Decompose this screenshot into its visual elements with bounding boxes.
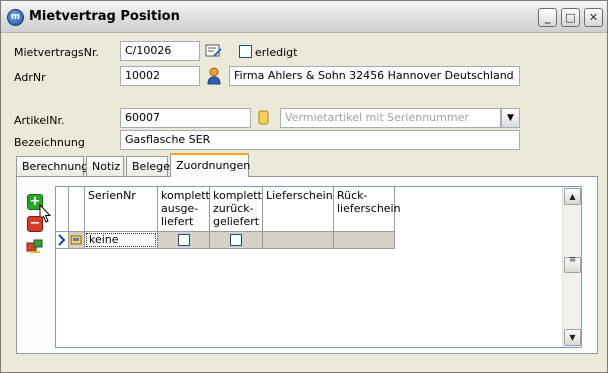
minimize-button[interactable]: _ — [538, 8, 557, 27]
delivered-cell — [158, 232, 210, 249]
article-type-select[interactable]: Vermietartikel mit Seriennummer — [280, 108, 501, 128]
returned-checkbox[interactable] — [230, 234, 242, 246]
assign-icon — [26, 239, 43, 253]
scroll-thumb[interactable]: ≡ — [564, 256, 581, 273]
col-header-delivered[interactable]: komplett ausge-liefert — [158, 187, 210, 232]
row-indicator-header — [56, 187, 69, 232]
app-icon: m — [7, 9, 24, 26]
person-icon[interactable] — [206, 67, 222, 85]
article-tag-icon[interactable] — [258, 110, 270, 126]
done-checkbox[interactable] — [239, 45, 252, 58]
grid-vertical-scrollbar[interactable]: ▲ ≡ ▼ — [562, 187, 581, 347]
contract-number-field[interactable]: C/10026 — [120, 41, 200, 61]
table-row[interactable]: keine — [85, 232, 158, 249]
assign-button[interactable] — [26, 238, 44, 254]
row-record-icon — [69, 232, 85, 249]
serial-assignment-grid: SerienNr komplett ausge-liefert komplett… — [55, 186, 582, 348]
minus-icon: − — [29, 216, 41, 231]
col-header-delivery-note[interactable]: Lieferschein — [263, 187, 334, 232]
col-header-returned[interactable]: komplett zurück-geliefert — [210, 187, 263, 232]
row-icon-header — [69, 187, 85, 232]
return-note-cell[interactable] — [334, 232, 395, 249]
scroll-down-icon[interactable]: ▼ — [564, 329, 581, 346]
mietvertrag-position-window: m Mietvertrag Position _ □ ✕ Mietvertrag… — [0, 0, 608, 373]
window-title: Mietvertrag Position — [29, 9, 180, 24]
tab-zuordnungen[interactable]: Zuordnungen — [170, 153, 250, 177]
delivery-note-cell[interactable] — [263, 232, 334, 249]
tab-berechnung[interactable]: Berechnung — [16, 156, 88, 176]
address-number-label: AdrNr — [14, 71, 46, 84]
remove-button[interactable]: − — [27, 216, 43, 232]
contract-number-label: MietvertragsNr. — [14, 46, 99, 59]
done-label: erledigt — [255, 46, 298, 59]
tab-notiz[interactable]: Notiz — [86, 156, 124, 176]
tab-belege[interactable]: Belege — [126, 156, 170, 176]
serial-cell[interactable]: keine — [86, 233, 156, 247]
delivered-checkbox[interactable] — [178, 234, 190, 246]
close-button[interactable]: ✕ — [584, 8, 603, 27]
article-number-field[interactable]: 60007 — [120, 108, 251, 128]
maximize-button[interactable]: □ — [561, 8, 580, 27]
address-text-field[interactable]: Firma Ahlers & Sohn 32456 Hannover Deuts… — [229, 66, 520, 86]
article-type-dropdown-icon[interactable]: ▼ — [501, 108, 520, 128]
address-number-field[interactable]: 10002 — [120, 66, 200, 86]
row-selector[interactable] — [56, 232, 69, 249]
edit-lookup-icon[interactable] — [205, 43, 223, 59]
col-header-return-note[interactable]: Rück-lieferschein — [334, 187, 401, 232]
description-field[interactable]: Gasflasche SER — [120, 130, 520, 150]
returned-cell — [210, 232, 263, 249]
col-header-seriennr[interactable]: SerienNr — [85, 187, 158, 232]
titlebar: m Mietvertrag Position _ □ ✕ — [1, 1, 607, 33]
current-row-arrow-icon — [58, 234, 66, 246]
article-number-label: ArtikelNr. — [14, 114, 65, 127]
scroll-up-icon[interactable]: ▲ — [564, 188, 581, 205]
description-label: Bezeichnung — [14, 136, 85, 149]
